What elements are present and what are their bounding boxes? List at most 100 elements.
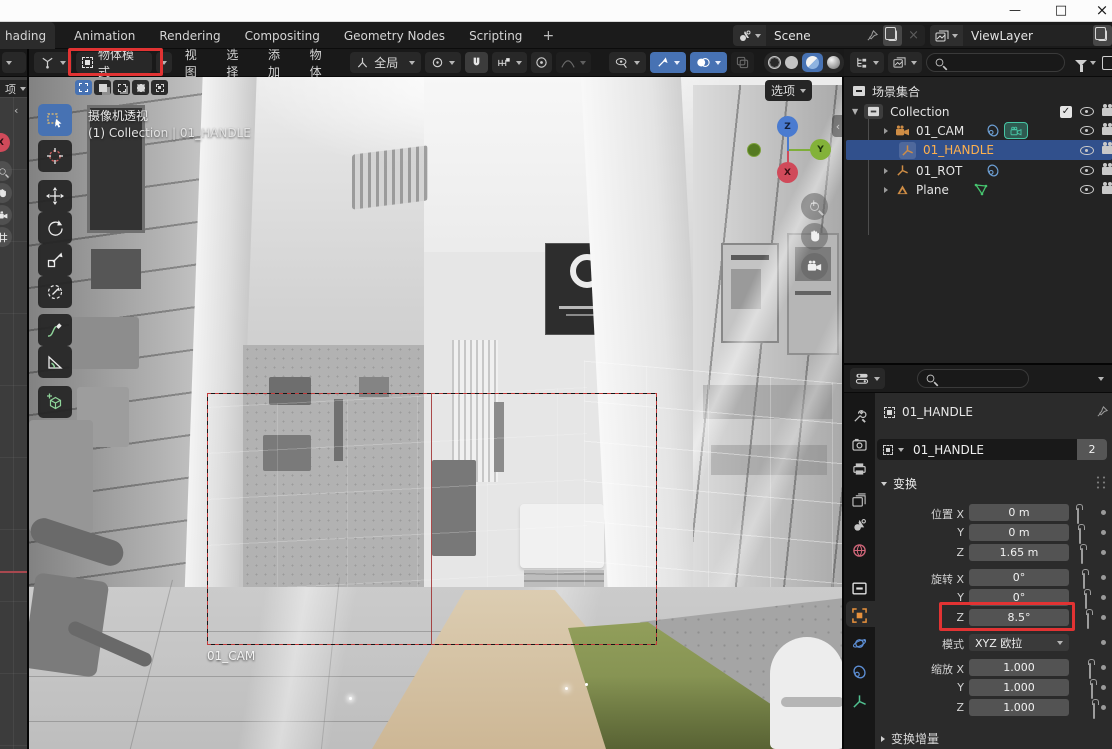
animate-dot[interactable] [1101,550,1106,555]
tab-object-data[interactable] [844,690,875,712]
proportional-editing-toggle[interactable] [531,52,552,73]
lock-icon[interactable] [1089,663,1091,679]
outliner-editor-type-button[interactable] [850,52,884,73]
transform-orientation-selector[interactable]: 全局 [350,52,421,73]
scene-selector[interactable]: Scene × [733,25,925,46]
collection-checkbox[interactable]: ✓ [1060,106,1072,118]
gizmo-x-axis[interactable]: X [777,162,798,183]
tab-object[interactable] [844,604,875,626]
tab-render[interactable] [844,433,875,455]
tab-collection[interactable] [844,577,875,599]
scale-z-field[interactable]: 1.000 [969,699,1069,716]
pin-icon[interactable] [1096,405,1109,418]
tool-add-cube[interactable] [38,386,72,418]
outliner-row-01-rot[interactable]: 01_ROT [844,161,1112,180]
tab-output[interactable] [844,458,875,480]
select-mode-invert[interactable] [132,80,149,95]
tab-world[interactable] [844,539,875,561]
menu-view[interactable]: 视图 [176,49,214,77]
outliner-search[interactable] [926,53,1065,72]
animate-dot[interactable] [1101,530,1106,535]
close-button[interactable]: × [1092,0,1112,22]
tool-scale[interactable] [38,244,72,276]
outliner-row-scene-collection[interactable]: 场景集合 [852,82,920,100]
lock-icon[interactable] [1079,528,1081,544]
rotation-z-field[interactable]: 8.5° [969,609,1069,626]
menu-add[interactable]: 添加 [259,49,297,77]
show-gizmo-selector[interactable] [609,52,646,73]
pin-icon[interactable] [866,29,879,42]
workspace-tab-geometry-nodes[interactable]: Geometry Nodes [335,22,454,49]
location-z-field[interactable]: 1.65 m [969,544,1069,561]
new-scene-copy-icon[interactable] [888,30,897,41]
maximize-button[interactable]: □ [1046,0,1076,22]
viewport-options-button[interactable]: 选项 [765,80,812,101]
hide-viewport-toggle[interactable] [1080,107,1094,116]
lock-icon[interactable] [1081,548,1083,564]
lock-icon[interactable] [1077,508,1079,524]
snap-toggle[interactable] [465,52,488,73]
menu-object[interactable]: 物体 [301,49,339,77]
new-collection-button[interactable] [1102,56,1112,70]
scale-x-field[interactable]: 1.000 [969,659,1069,676]
properties-editor-type-button[interactable] [850,368,885,389]
left-sidebar-toggle[interactable]: ‹ [14,104,18,117]
scale-y-field[interactable]: 1.000 [969,679,1069,696]
location-y-field[interactable]: 0 m [969,524,1069,541]
gizmo-y-neg-axis[interactable] [747,143,761,157]
navigation-gizmo[interactable]: Z Y X [744,112,834,192]
editor-type-button[interactable] [34,52,72,73]
outliner-row-collection[interactable]: ▼ Collection ✓ [844,102,1112,121]
animate-dot[interactable] [1101,595,1106,600]
users-count-badge[interactable]: 2 [1077,439,1107,460]
gizmo-y-axis[interactable]: Y [810,139,831,160]
mode-selector[interactable]: 物体模式 [76,52,152,73]
shading-rendered-button[interactable] [827,56,840,69]
hide-viewport-toggle[interactable] [1080,126,1094,135]
gizmos-toggle[interactable] [650,52,686,73]
disable-render-toggle[interactable] [1102,108,1112,116]
viewport[interactable]: 01_CAM 选项 摄像机透视 (1) Collection | 01_HAND… [29,77,844,749]
lock-icon[interactable] [1091,683,1093,699]
rotation-x-field[interactable]: 0° [969,569,1069,586]
tab-constraints[interactable] [844,661,875,683]
disable-render-toggle[interactable] [1102,146,1112,154]
xray-toggle[interactable] [731,52,754,73]
animate-dot[interactable] [1101,665,1106,670]
mode-dropdown-button[interactable] [156,52,172,73]
object-name-field[interactable]: 01_HANDLE [877,439,1077,460]
tool-move[interactable] [38,180,72,212]
new-viewlayer-copy-icon[interactable] [1098,30,1107,41]
outliner-filter-button[interactable] [1075,60,1096,66]
transform-panel-header[interactable]: 变换 [881,475,917,492]
rotation-y-field[interactable]: 0° [969,589,1069,606]
viewport-camera-button[interactable] [801,253,828,280]
expander-icon[interactable] [884,128,888,134]
lock-icon[interactable] [1093,703,1095,719]
expander-icon[interactable]: ▼ [852,107,858,116]
viewport-zoom-button[interactable]: + [801,193,828,220]
camera-frame[interactable] [207,393,657,645]
menu-select[interactable]: 选择 [217,49,255,77]
animate-dot[interactable] [1101,640,1106,645]
select-mode-subtract[interactable] [113,80,130,95]
tool-measure[interactable] [38,346,72,378]
animate-dot[interactable] [1101,685,1106,690]
tool-select-box[interactable] [38,104,72,136]
overlays-toggle[interactable] [690,52,727,73]
outliner-row-01-handle[interactable]: 01_HANDLE [846,140,1112,160]
snap-target-selector[interactable] [492,52,527,73]
disable-render-toggle[interactable] [1102,127,1112,135]
outliner-display-mode-button[interactable] [888,52,922,73]
disable-render-toggle[interactable] [1102,167,1112,175]
outliner-row-01-cam[interactable]: 01_CAM [844,121,1112,140]
rotation-mode-dropdown[interactable]: XYZ 欧拉 [969,634,1069,651]
chevron-down-icon[interactable] [1098,377,1104,381]
lock-icon[interactable] [1083,573,1085,589]
tab-scene[interactable] [844,514,875,536]
hide-viewport-toggle[interactable] [1080,146,1094,155]
minimize-button[interactable]: — [1000,0,1030,22]
location-x-field[interactable]: 0 m [969,504,1069,521]
tab-tool[interactable] [844,405,875,427]
tool-transform[interactable] [38,276,72,308]
